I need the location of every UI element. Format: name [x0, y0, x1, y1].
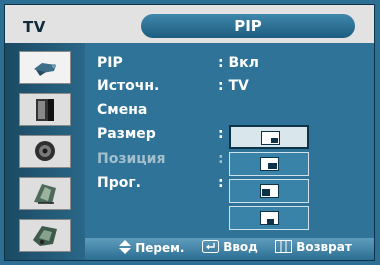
category-channel[interactable] [19, 135, 71, 168]
pip-small-icon [261, 131, 280, 145]
return-hint-label: Возврат [296, 240, 352, 254]
pip-large-icon [260, 157, 279, 171]
setup-icon [34, 184, 56, 204]
category-picture[interactable] [19, 51, 71, 84]
osd-menu-window: TV PIP PIP: Вкл Источн.: TV Смена Разм… [4, 4, 375, 261]
channel-icon [35, 141, 55, 161]
sound-icon [36, 99, 54, 121]
category-input[interactable] [19, 219, 71, 252]
pip-double-bottom-icon [260, 211, 279, 225]
return-hint: Возврат [275, 240, 352, 254]
input-icon [33, 226, 57, 246]
menu-item-swap[interactable]: Смена [97, 102, 147, 118]
size-option-small[interactable] [229, 125, 309, 149]
menu-item-program[interactable]: Прог. [97, 175, 141, 191]
menu-item-position[interactable]: Позиция [97, 151, 165, 167]
source-label: TV [23, 18, 46, 36]
size-option-double-left[interactable] [229, 179, 309, 203]
category-setup[interactable] [19, 177, 71, 210]
source-value: : TV [218, 78, 249, 94]
picture-icon [34, 63, 56, 76]
size-option-large[interactable] [229, 152, 309, 176]
size-option-double-bottom[interactable] [229, 206, 309, 230]
menu-title: PIP [141, 14, 355, 38]
pip-value: : Вкл [218, 55, 259, 71]
program-colon: : [218, 175, 224, 191]
menu-return-icon [275, 240, 292, 253]
move-hint-label: Перем. [135, 241, 185, 255]
position-colon: : [218, 151, 224, 167]
up-down-arrows-icon [119, 240, 131, 254]
size-option-list [229, 125, 309, 233]
category-sidebar [5, 43, 85, 260]
pip-double-left-icon [260, 184, 279, 198]
move-hint: Перем. [119, 240, 184, 255]
category-sound[interactable] [19, 93, 71, 126]
hint-bar: Перем. Ввод Возврат [85, 238, 374, 260]
menu-header: TV PIP [5, 5, 374, 43]
enter-hint: Ввод [202, 240, 258, 254]
menu-item-size[interactable]: Размер [97, 126, 156, 142]
menu-item-source[interactable]: Источн. [97, 78, 159, 94]
enter-icon [202, 240, 219, 253]
size-colon: : [218, 126, 224, 142]
enter-hint-label: Ввод [223, 240, 258, 254]
menu-item-pip[interactable]: PIP [97, 55, 123, 71]
